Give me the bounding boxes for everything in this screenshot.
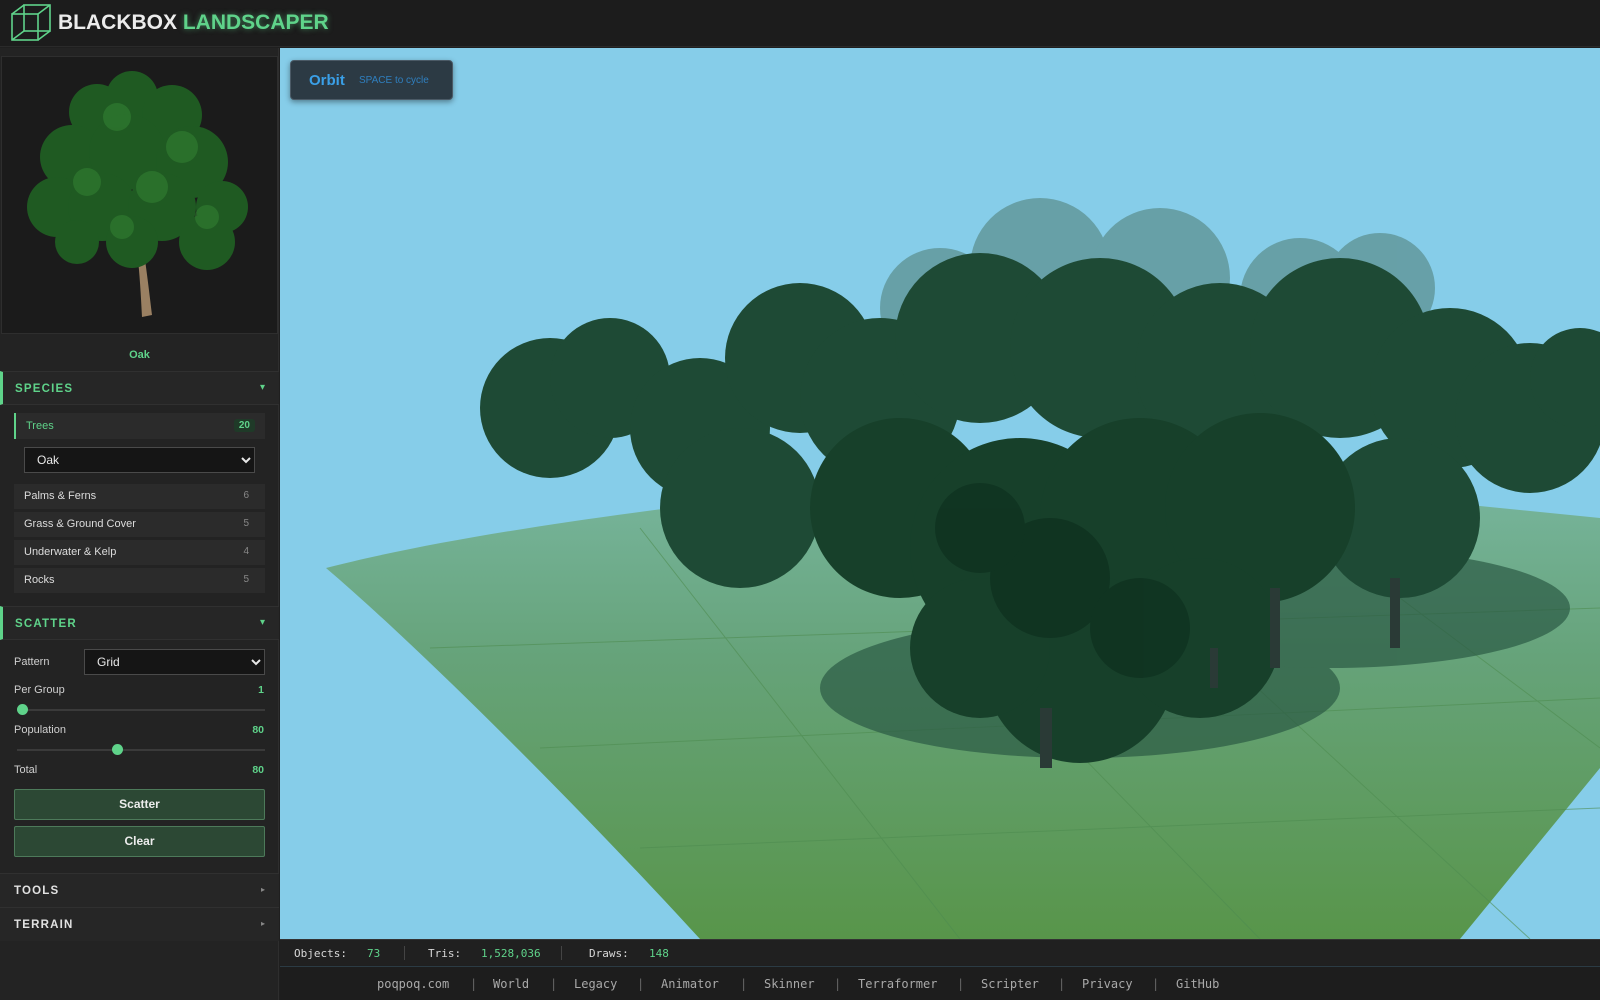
camera-mode-indicator[interactable]: Orbit SPACE to cycle [290, 60, 453, 100]
category-palms-ferns[interactable]: Palms & Ferns 6 [14, 484, 265, 509]
footer-separator: | [834, 977, 842, 991]
category-rocks[interactable]: Rocks 5 [14, 568, 265, 593]
footer-link-scripter[interactable]: Scripter [981, 977, 1039, 991]
footer-separator: | [1152, 977, 1160, 991]
population-slider[interactable] [17, 744, 265, 755]
stats-divider [561, 946, 562, 960]
clear-button[interactable]: Clear [14, 826, 265, 857]
per-group-slider-thumb[interactable] [17, 704, 28, 715]
footer-link-skinner[interactable]: Skinner [764, 977, 815, 991]
category-grass-ground-cover[interactable]: Grass & Ground Cover 5 [14, 512, 265, 537]
per-group-slider[interactable] [17, 704, 265, 715]
category-label: Underwater & Kelp [24, 546, 117, 558]
stats-bar: Objects: 73 Tris: 1,528,036 Draws: 148 [280, 939, 1600, 965]
footer-link-world[interactable]: World [493, 977, 529, 991]
footer-link-legacy[interactable]: Legacy [574, 977, 617, 991]
app-title: BLACKBOX LANDSCAPER [58, 11, 329, 35]
stats-divider [404, 946, 405, 960]
preview-species-name: Oak [129, 349, 150, 361]
species-section-header[interactable]: SPECIES ▾ [0, 371, 279, 405]
tris-label: Tris: [428, 947, 462, 960]
tools-section-header[interactable]: TOOLS ▸ [0, 873, 279, 907]
terrain-header-label: TERRAIN [14, 919, 74, 931]
sidebar: Oak SPECIES ▾ Trees 20 Oak Palms & Ferns… [0, 48, 279, 1000]
tris-value: 1,528,036 [481, 947, 541, 960]
3d-viewport[interactable] [280, 48, 1600, 939]
app-title-accent: LANDSCAPER [182, 11, 329, 34]
population-value: 80 [252, 724, 264, 736]
scene-render [326, 198, 1600, 939]
category-count: 4 [243, 546, 249, 557]
draws-value: 148 [649, 947, 669, 960]
scatter-section-header[interactable]: SCATTER ▾ [0, 606, 279, 640]
footer-separator: | [957, 977, 965, 991]
tree-preview-image [27, 71, 248, 317]
top-bar: BLACKBOX LANDSCAPER [0, 0, 1600, 47]
scatter-button[interactable]: Scatter [14, 789, 265, 820]
tools-header-label: TOOLS [14, 885, 60, 897]
category-label: Palms & Ferns [24, 490, 97, 502]
footer-separator: | [550, 977, 558, 991]
category-count: 6 [243, 490, 249, 501]
app-title-primary: BLACKBOX [58, 11, 177, 34]
chevron-down-icon: ▾ [259, 617, 265, 628]
species-header-label: SPECIES [15, 383, 74, 395]
camera-mode-hint: SPACE to cycle [359, 75, 429, 86]
footer-separator: | [470, 977, 478, 991]
total-value: 80 [252, 764, 264, 776]
footer-link-github[interactable]: GitHub [1176, 977, 1219, 991]
chevron-down-icon: ▾ [259, 382, 265, 393]
footer-link-poqpoq[interactable]: poqpoq.com [377, 977, 449, 991]
terrain-section-header[interactable]: TERRAIN ▸ [0, 907, 279, 941]
pattern-select[interactable]: Grid [84, 649, 265, 675]
wireframe-cube-icon [11, 4, 51, 41]
draws-label: Draws: [589, 947, 629, 960]
category-label: Grass & Ground Cover [24, 518, 136, 530]
footer-separator: | [740, 977, 748, 991]
chevron-right-icon: ▸ [260, 885, 265, 894]
species-preview [1, 56, 278, 334]
pattern-label: Pattern [14, 656, 50, 668]
footer-separator: | [1058, 977, 1066, 991]
per-group-label: Per Group [14, 684, 65, 696]
category-underwater-kelp[interactable]: Underwater & Kelp 4 [14, 540, 265, 565]
category-label: Trees [26, 420, 54, 432]
category-count: 20 [233, 419, 255, 432]
species-select[interactable]: Oak [24, 447, 255, 473]
footer-link-animator[interactable]: Animator [661, 977, 719, 991]
population-slider-thumb[interactable] [111, 744, 123, 755]
footer-link-privacy[interactable]: Privacy [1082, 977, 1133, 991]
camera-mode-label: Orbit [309, 72, 345, 89]
population-label: Population [14, 724, 66, 736]
objects-label: Objects: [294, 947, 347, 960]
category-label: Rocks [24, 574, 55, 586]
footer-separator: | [637, 977, 645, 991]
chevron-right-icon: ▸ [260, 919, 265, 928]
footer-nav: poqpoq.com | World | Legacy | Animator |… [280, 966, 1600, 1000]
objects-value: 73 [367, 947, 381, 960]
category-trees[interactable]: Trees 20 [14, 413, 265, 439]
per-group-value: 1 [258, 684, 264, 696]
footer-link-terraformer[interactable]: Terraformer [858, 977, 937, 991]
category-count: 5 [243, 574, 249, 585]
category-count: 5 [243, 518, 249, 529]
total-label: Total [14, 764, 38, 776]
scatter-header-label: SCATTER [15, 618, 77, 630]
